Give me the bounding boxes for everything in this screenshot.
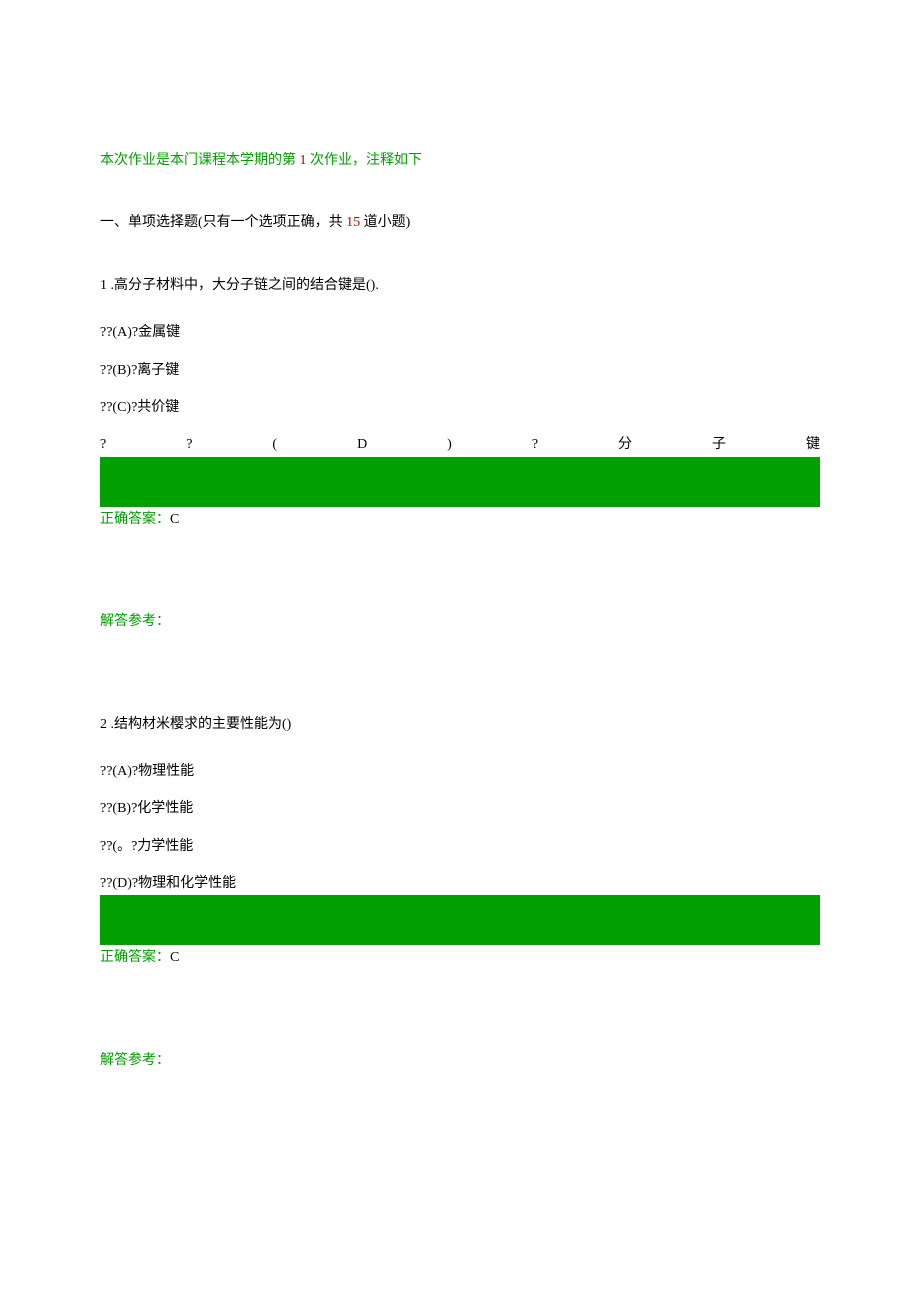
explain-label: 解答参考： (100, 1050, 820, 1072)
question-body: .高分子材料中，大分子链之间的结合键是(). (107, 278, 379, 293)
section-suffix: 道小题) (360, 215, 410, 230)
option-a: ??(A)?物理性能 (100, 761, 820, 783)
section-prefix: 一、单项选择题(只有一个选项正确，共 (100, 215, 346, 230)
option-d-part: 键 (806, 434, 820, 456)
answer-label: 正确答案： (100, 512, 170, 527)
option-d-part: ( (272, 434, 277, 456)
option-a: ??(A)?金属键 (100, 322, 820, 344)
option-d-part: ? (186, 434, 192, 456)
answer-value: C (170, 512, 179, 527)
option-d: ? ? ( D ) ? 分 子 键 (100, 434, 820, 456)
header-num: 1 (300, 153, 307, 168)
question-number: 2 (100, 717, 107, 732)
answer-label: 正确答案： (100, 950, 170, 965)
option-b: ??(B)?离子键 (100, 360, 820, 382)
option-d-part: D (357, 434, 367, 456)
option-d: ??(D)?物理和化学性能 (100, 873, 820, 895)
option-d-part: ? (532, 434, 538, 456)
header-note: 本次作业是本门课程本学期的第 1 次作业，注释如下 (100, 150, 820, 172)
question-1: 1 .高分子材料中，大分子链之间的结合键是(). ??(A)?金属键 ??(B)… (100, 275, 820, 634)
header-prefix: 本次作业是本门课程本学期的第 (100, 153, 300, 168)
question-2: 2 .结构材米樱求的主要性能为() ??(A)?物理性能 ??(B)?化学性能 … (100, 714, 820, 1073)
highlight-bar (100, 457, 820, 507)
option-b: ??(B)?化学性能 (100, 798, 820, 820)
option-c: ??(。?力学性能 (100, 836, 820, 858)
answer-row: 正确答案：C (100, 947, 820, 969)
question-body: .结构材米樱求的主要性能为() (107, 717, 291, 732)
question-number: 1 (100, 278, 107, 293)
explain-label: 解答参考： (100, 611, 820, 633)
question-text: 1 .高分子材料中，大分子链之间的结合键是(). (100, 275, 820, 297)
option-d-part: 子 (712, 434, 726, 456)
option-d-part: 分 (618, 434, 632, 456)
option-c: ??(C)?共价键 (100, 397, 820, 419)
section-title: 一、单项选择题(只有一个选项正确，共 15 道小题) (100, 212, 820, 234)
highlight-bar (100, 895, 820, 945)
answer-row: 正确答案：C (100, 509, 820, 531)
question-text: 2 .结构材米樱求的主要性能为() (100, 714, 820, 736)
answer-value: C (170, 950, 179, 965)
option-d-part: ) (447, 434, 452, 456)
option-d-part: ? (100, 434, 106, 456)
header-suffix: 次作业，注释如下 (307, 153, 423, 168)
section-num: 15 (346, 215, 360, 230)
